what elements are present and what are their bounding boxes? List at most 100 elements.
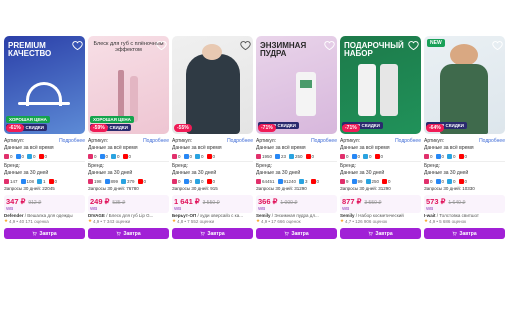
- star-icon: ★: [4, 218, 9, 223]
- price: 573 ₽: [426, 197, 446, 206]
- all-time-label: Данные за всё время: [172, 145, 222, 151]
- vk-icon: [275, 153, 281, 159]
- rating: ★ 4,8 • 7 552 оценки: [172, 218, 215, 224]
- product-image[interactable]: ПОДАРОЧНЫЙ НАБОР КИБЕР СКИДКИ -71%: [340, 36, 421, 134]
- discount-badge: -55%: [174, 124, 192, 132]
- add-to-cart-button[interactable]: Завтра: [88, 228, 169, 239]
- vk-icon: [351, 153, 357, 159]
- price: 249 ₽: [90, 197, 110, 206]
- stat-vk: 0: [435, 153, 444, 160]
- add-to-cart-button[interactable]: Завтра: [424, 228, 505, 239]
- stats-all-time: 0000: [4, 152, 85, 160]
- brand-label: Бренд:: [256, 163, 272, 169]
- stat-vk: 0: [183, 153, 192, 160]
- requests-30-days: Запросы 30 дней: 915: [172, 186, 218, 191]
- stat-vk: 899: [104, 178, 118, 185]
- product-image[interactable]: -55%: [172, 36, 253, 134]
- rating: ★ 4,9 • 40 171 оценка: [4, 218, 49, 224]
- product-card[interactable]: -55% Артикул: Подробнее Данные за всё время…: [172, 36, 253, 239]
- tg-icon: [121, 178, 127, 184]
- vk-icon: [99, 153, 105, 159]
- stat-ig: 64451: [256, 178, 275, 185]
- stat-ig: 9: [340, 178, 349, 185]
- ig-icon: [424, 178, 429, 184]
- yt-icon: [458, 178, 464, 184]
- heart-icon[interactable]: [72, 38, 83, 51]
- ig-icon: [256, 153, 261, 159]
- more-link[interactable]: Подробнее: [479, 138, 505, 145]
- more-link[interactable]: Подробнее: [143, 138, 169, 145]
- stat-vk: 0: [183, 178, 192, 185]
- article-label: Артикул:: [256, 138, 277, 144]
- price-block: 573 ₽1 640 ₽ WB: [424, 195, 505, 213]
- stat-tg: 0: [363, 153, 372, 160]
- stat-yt: 0: [382, 178, 391, 185]
- discount-badge: -64%: [426, 124, 444, 132]
- tg-icon: [195, 153, 201, 159]
- yt-icon: [305, 153, 311, 159]
- price: 877 ₽: [342, 197, 362, 206]
- more-link[interactable]: Подробнее: [311, 138, 337, 145]
- stat-ig: 198: [88, 178, 102, 185]
- discount-badge: -71%: [258, 124, 276, 132]
- discount-badge: -61%: [6, 124, 24, 132]
- heart-icon[interactable]: [324, 38, 335, 51]
- analytics-block: Артикул: Подробнее Данные за всё время 0 0 0 0…: [340, 138, 421, 192]
- stat-vk: 0: [99, 153, 108, 160]
- data30-label: Данные за 30 дней: [340, 170, 385, 176]
- ig-icon: [4, 153, 9, 159]
- stats-30-days: 0000: [424, 177, 505, 185]
- add-to-cart-button[interactable]: Завтра: [4, 228, 85, 239]
- product-card[interactable]: ЭНЗИМНАЯ ПУДРА КИБЕР СКИДКИ -71% Артикул: По…: [256, 36, 337, 239]
- yt-icon: [38, 153, 44, 159]
- product-card[interactable]: NEW КИБЕР СКИДКИ -64% Артикул: Подробнее Данн…: [424, 36, 505, 239]
- more-link[interactable]: Подробнее: [227, 138, 253, 145]
- stat-yt: 0: [458, 153, 467, 160]
- tg-icon: [363, 153, 369, 159]
- add-to-cart-button[interactable]: Завтра: [256, 228, 337, 239]
- wb-wallet: WB: [174, 206, 182, 211]
- tg-icon: [447, 153, 453, 159]
- brand-label: Бренд:: [424, 163, 440, 169]
- yt-icon: [374, 153, 380, 159]
- heart-icon[interactable]: [156, 38, 167, 51]
- product-image[interactable]: ЭНЗИМНАЯ ПУДРА КИБЕР СКИДКИ -71%: [256, 36, 337, 134]
- heart-icon[interactable]: [240, 38, 251, 51]
- add-to-cart-button[interactable]: Завтра: [172, 228, 253, 239]
- product-image[interactable]: PREMIUM КАЧЕСТВО ХОРОШАЯ ЦЕНА КИБЕР СКИДКИ…: [4, 36, 85, 134]
- stat-yt: 0: [305, 153, 314, 160]
- more-link[interactable]: Подробнее: [395, 138, 421, 145]
- product-card[interactable]: ПОДАРОЧНЫЙ НАБОР КИБЕР СКИДКИ -71% Артикул:…: [340, 36, 421, 239]
- data30-label: Данные за 30 дней: [88, 170, 133, 176]
- product-card[interactable]: PREMIUM КАЧЕСТВО ХОРОШАЯ ЦЕНА КИБЕР СКИДКИ…: [4, 36, 85, 239]
- stat-yt: 0: [206, 153, 215, 160]
- analytics-block: Артикул: Подробнее Данные за всё время 0 0 0 0…: [172, 138, 253, 192]
- divider: [340, 161, 421, 162]
- price-block: 366 ₽1 000 ₽ WB: [256, 195, 337, 213]
- stat-tg: 0: [447, 153, 456, 160]
- stats-30-days: 64451 91240 3 0: [256, 177, 337, 185]
- brand-label: Бренд:: [340, 163, 356, 169]
- product-image[interactable]: NEW КИБЕР СКИДКИ -64%: [424, 36, 505, 134]
- stat-vk: 0: [351, 153, 360, 160]
- ig-icon: [4, 178, 9, 184]
- vk-icon: [20, 178, 26, 184]
- old-price: 912 ₽: [28, 200, 42, 206]
- stat-yt: 0: [206, 178, 215, 185]
- add-to-cart-button[interactable]: Завтра: [340, 228, 421, 239]
- heart-icon[interactable]: [492, 38, 503, 51]
- product-card[interactable]: Блеск для губ с плёночным эффектом ХОРОША…: [88, 36, 169, 239]
- product-image[interactable]: Блеск для губ с плёночным эффектом ХОРОША…: [88, 36, 169, 134]
- wb-wallet: WB: [258, 206, 266, 211]
- article-label: Артикул:: [340, 138, 361, 144]
- analytics-block: Артикул: Подробнее Данные за всё время 1950…: [256, 138, 337, 192]
- data30-label: Данные за 30 дней: [4, 170, 49, 176]
- tg-icon: [111, 153, 117, 159]
- product-grid: PREMIUM КАЧЕСТВО ХОРОШАЯ ЦЕНА КИБЕР СКИДКИ…: [4, 36, 508, 239]
- image-caption: ПОДАРОЧНЫЙ НАБОР: [344, 41, 404, 59]
- wb-wallet: WB: [90, 206, 98, 211]
- star-icon: ★: [88, 218, 93, 223]
- vk-icon: [15, 153, 21, 159]
- heart-icon[interactable]: [408, 38, 419, 51]
- more-link[interactable]: Подробнее: [59, 138, 85, 145]
